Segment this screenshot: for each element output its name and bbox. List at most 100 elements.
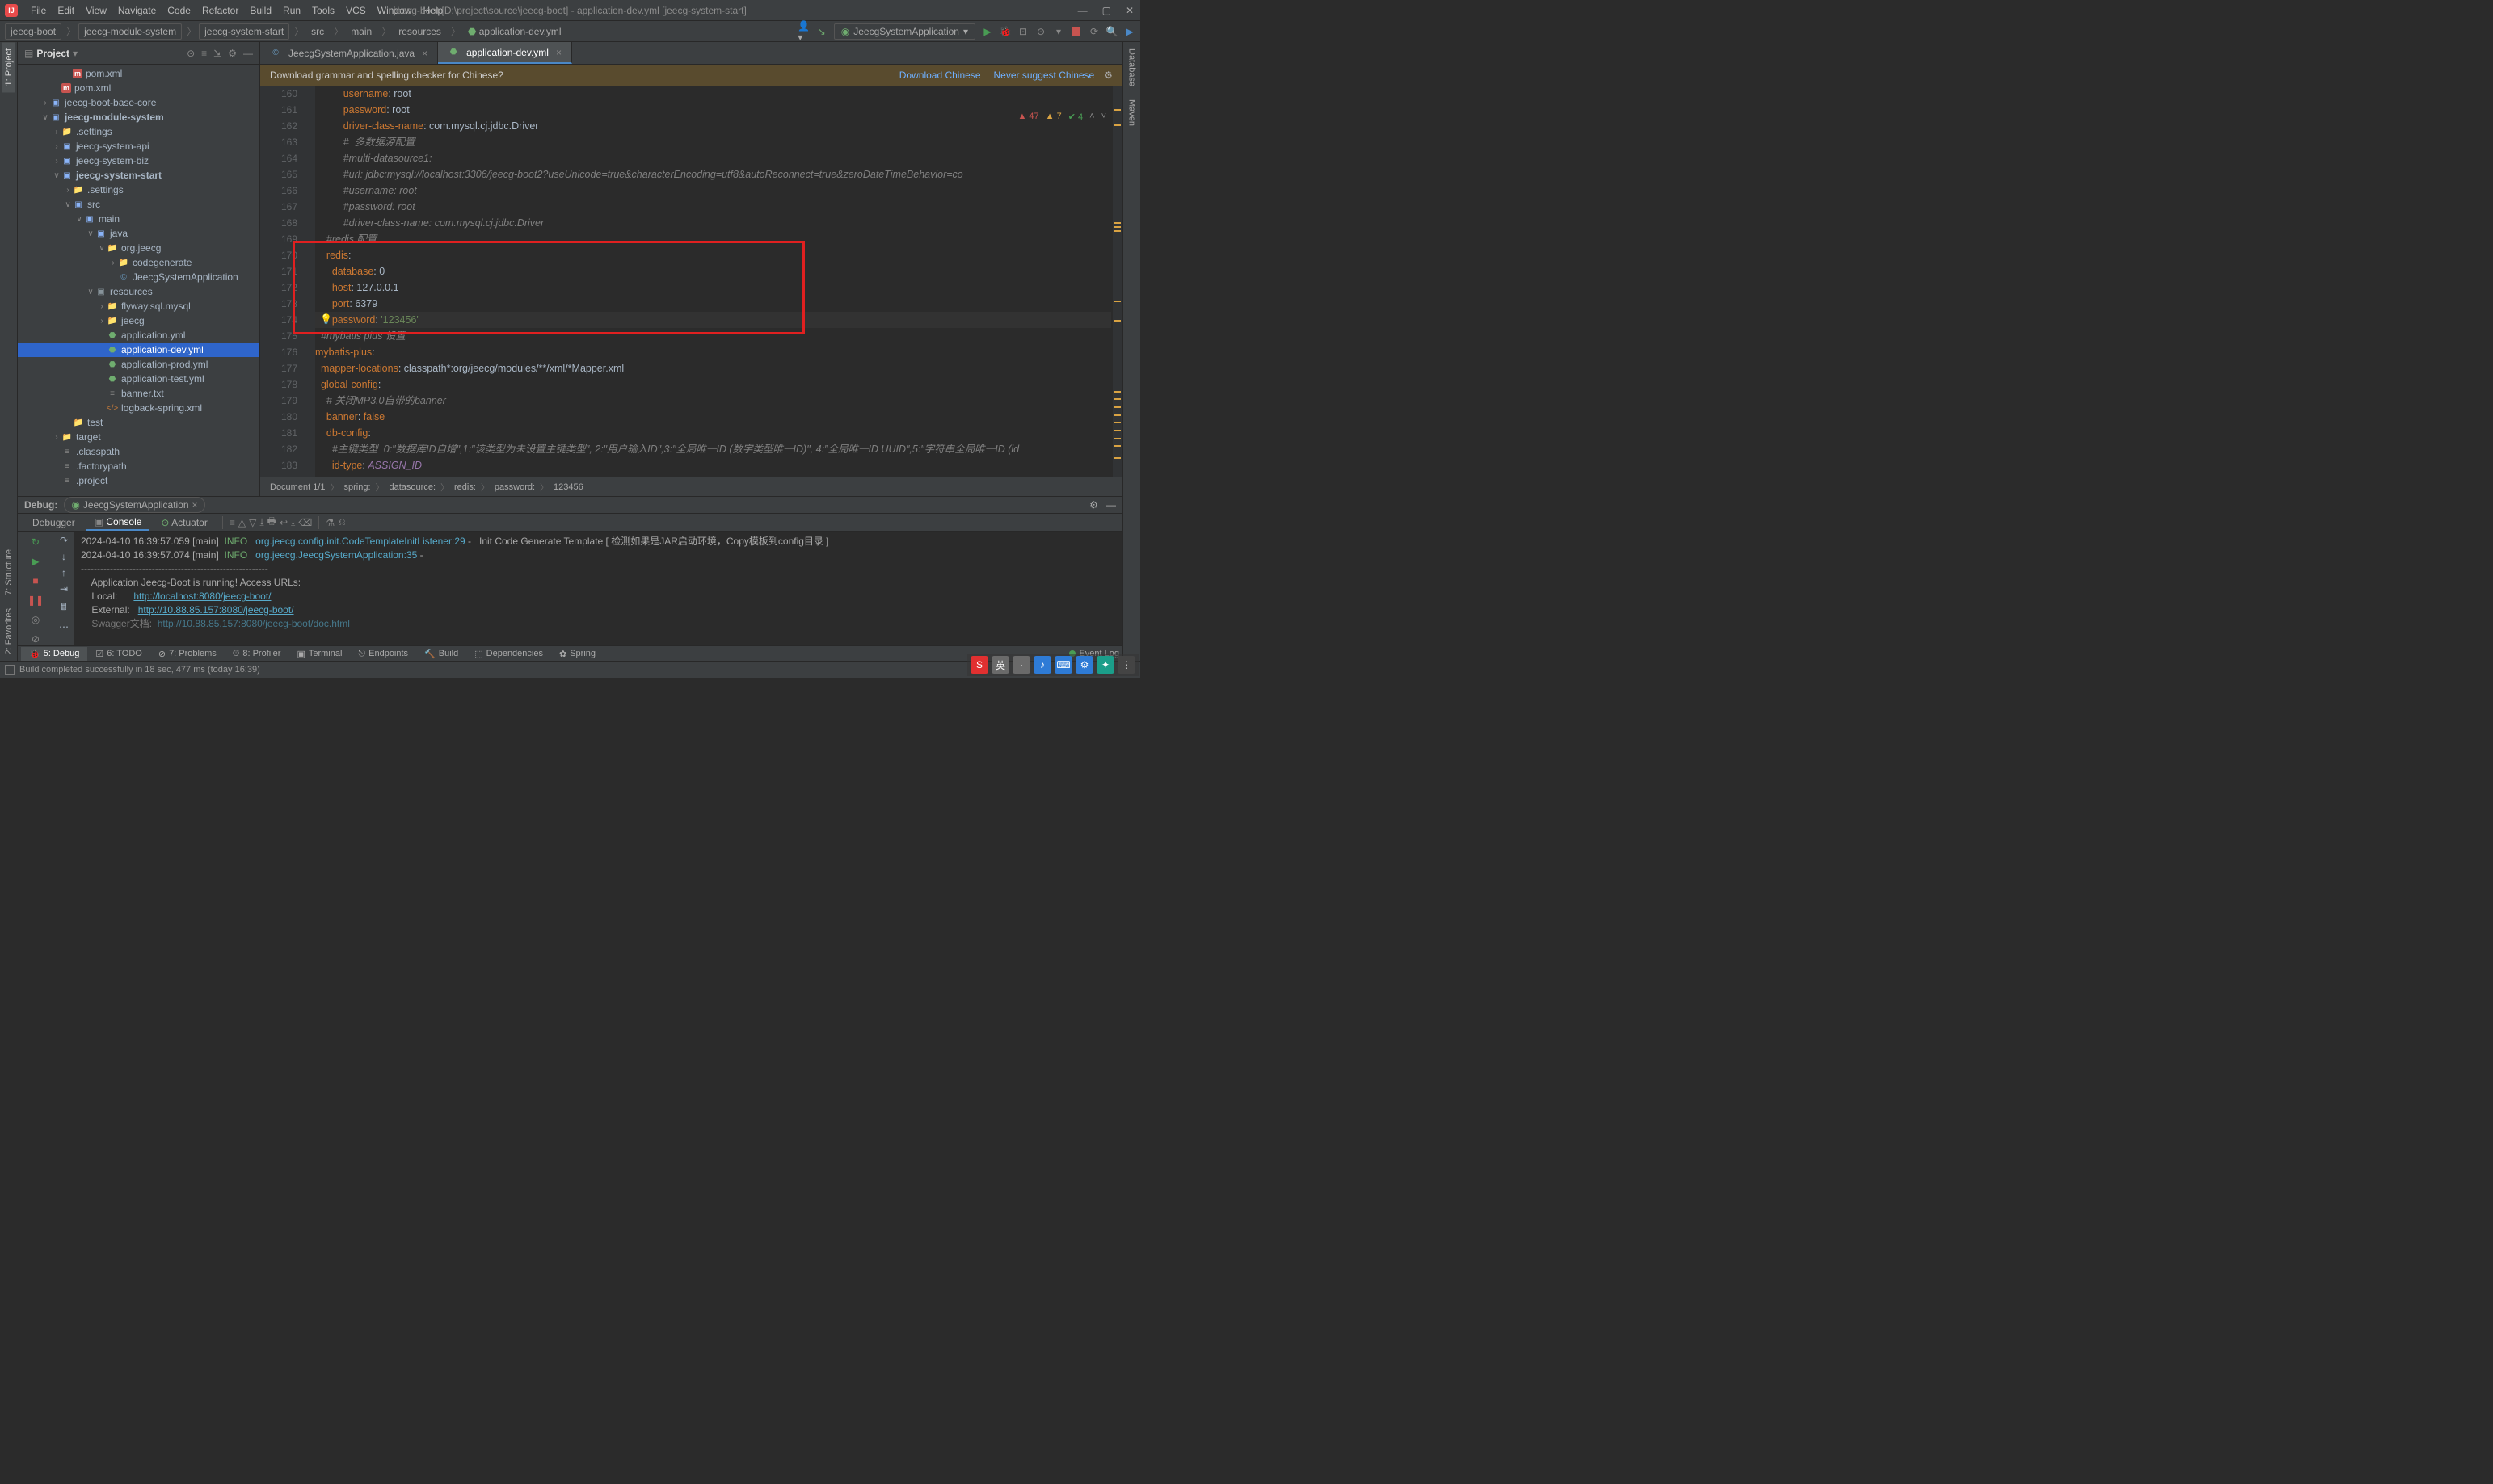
tree-node[interactable]: ›📁flyway.sql.mysql bbox=[18, 299, 259, 313]
tree-node[interactable]: ≡.classpath bbox=[18, 444, 259, 459]
tree-node[interactable]: ›▣jeecg-system-biz bbox=[18, 153, 259, 168]
bottom-tab-debug[interactable]: 🐞 5: Debug bbox=[21, 647, 87, 661]
menu-vcs[interactable]: VCS bbox=[341, 2, 371, 19]
breadcrumb-segment[interactable]: Document 1/1 bbox=[270, 482, 325, 492]
resume-icon[interactable]: ▶ bbox=[28, 554, 43, 569]
breadcrumb-item[interactable]: ⬣ application-dev.yml bbox=[463, 24, 566, 39]
tree-node[interactable]: ⬣application-dev.yml bbox=[18, 343, 259, 357]
banner-gear-icon[interactable]: ⚙ bbox=[1104, 69, 1113, 81]
soft-wrap-icon[interactable]: ⎌ bbox=[338, 516, 346, 528]
tree-node[interactable]: ∨▣src bbox=[18, 197, 259, 212]
tool-favorites[interactable]: 2: Favorites bbox=[2, 602, 15, 661]
tool-maven[interactable]: Maven bbox=[1126, 93, 1139, 132]
trace-icon[interactable]: ⋯ bbox=[59, 621, 69, 633]
breadcrumb-item[interactable]: jeecg-boot bbox=[5, 23, 61, 40]
maximize-icon[interactable]: ▢ bbox=[1102, 5, 1111, 16]
editor-breadcrumb[interactable]: Document 1/1〉spring:〉datasource:〉redis:〉… bbox=[260, 477, 1122, 496]
mute-breakpoints-icon[interactable]: ⊘ bbox=[28, 632, 43, 646]
run-to-cursor-icon[interactable]: ⇥ bbox=[60, 583, 68, 595]
tree-node[interactable]: </>logback-spring.xml bbox=[18, 401, 259, 415]
bottom-tab-terminal[interactable]: ▣ Terminal bbox=[288, 647, 350, 661]
up-icon[interactable]: △ bbox=[238, 517, 246, 528]
more-run-icon[interactable]: ▾ bbox=[1053, 26, 1064, 37]
bottom-tab-profiler[interactable]: ⏱ 8: Profiler bbox=[225, 647, 289, 661]
run-config-selector[interactable]: ◉ JeecgSystemApplication ▾ bbox=[834, 23, 975, 40]
user-icon[interactable]: 👤▾ bbox=[798, 26, 810, 37]
ime-key[interactable]: ⋮ bbox=[1118, 656, 1135, 674]
bottom-tab-dependencies[interactable]: ⬚ Dependencies bbox=[466, 647, 551, 661]
tree-node[interactable]: ∨▣jeecg-system-start bbox=[18, 168, 259, 183]
toolbar-icon[interactable]: ≡ bbox=[230, 517, 235, 528]
export-icon[interactable]: ⤓ bbox=[259, 516, 263, 528]
step-over-icon[interactable]: ↷ bbox=[60, 535, 68, 546]
close-icon[interactable]: ✕ bbox=[1126, 5, 1134, 16]
bottom-tab-spring[interactable]: ✿ Spring bbox=[551, 647, 604, 661]
settings-icon[interactable]: ⚙ bbox=[228, 48, 237, 59]
menu-tools[interactable]: Tools bbox=[307, 2, 339, 19]
tool-database[interactable]: Database bbox=[1126, 42, 1139, 93]
breadcrumb-item[interactable]: src bbox=[306, 24, 329, 39]
profile-button[interactable]: ⊙ bbox=[1035, 26, 1046, 37]
run-button[interactable]: ▶ bbox=[982, 26, 993, 37]
bottom-tab-build[interactable]: 🔨 Build bbox=[416, 647, 466, 661]
evaluate-icon[interactable]: 🖩 bbox=[61, 599, 66, 616]
breadcrumb-segment[interactable]: password: bbox=[495, 482, 535, 492]
tree-node[interactable]: ∨▣main bbox=[18, 212, 259, 226]
tool-project[interactable]: 1: Project bbox=[2, 42, 15, 92]
code-content[interactable]: username: root password: root driver-cla… bbox=[315, 86, 1111, 477]
breadcrumb-item[interactable]: jeecg-system-start bbox=[199, 23, 289, 40]
bottom-tab-endpoints[interactable]: ⎋ Endpoints bbox=[350, 647, 416, 661]
hide-panel-icon[interactable]: — bbox=[1106, 499, 1116, 511]
tree-node[interactable]: ∨📁org.jeecg bbox=[18, 241, 259, 255]
rerun-icon[interactable]: ↻ bbox=[28, 535, 43, 549]
scroll-icon[interactable]: ⤓ bbox=[291, 516, 295, 528]
ime-key[interactable]: 英 bbox=[992, 656, 1009, 674]
tree-node[interactable]: ≡banner.txt bbox=[18, 386, 259, 401]
tool-structure[interactable]: 7: Structure bbox=[2, 543, 15, 602]
breadcrumb-item[interactable]: resources bbox=[394, 24, 446, 39]
banner-download-link[interactable]: Download Chinese bbox=[899, 69, 981, 81]
actuator-tab[interactable]: ⊙ Actuator bbox=[153, 515, 215, 530]
collapse-all-icon[interactable]: ⇲ bbox=[213, 48, 221, 59]
project-view-dropdown-icon[interactable]: ▾ bbox=[73, 48, 78, 59]
view-breakpoints-icon[interactable]: ◎ bbox=[28, 612, 43, 627]
ime-key[interactable]: ⌨ bbox=[1055, 656, 1072, 674]
close-tab-icon[interactable]: × bbox=[422, 48, 427, 59]
banner-dismiss-link[interactable]: Never suggest Chinese bbox=[994, 69, 1095, 81]
expand-all-icon[interactable]: ≡ bbox=[201, 48, 207, 59]
breadcrumb-item[interactable]: main bbox=[346, 24, 377, 39]
menu-file[interactable]: File bbox=[26, 2, 51, 19]
wrap-icon[interactable]: ↩ bbox=[280, 517, 288, 528]
editor-tab[interactable]: ©JeecgSystemApplication.java× bbox=[260, 42, 438, 64]
tree-node[interactable]: 📁test bbox=[18, 415, 259, 430]
search-icon[interactable]: 🔍 bbox=[1106, 26, 1118, 37]
hide-panel-icon[interactable]: — bbox=[243, 48, 253, 59]
tree-node[interactable]: ›📁codegenerate bbox=[18, 255, 259, 270]
bottom-tab-todo[interactable]: ☑ 6: TODO bbox=[87, 647, 149, 661]
minimize-icon[interactable]: — bbox=[1078, 5, 1088, 16]
editor-body[interactable]: ▲ 47 ▲ 7 ✔ 4 ˄ ˅ 16016116216316416516616… bbox=[260, 86, 1122, 477]
pause-icon[interactable]: ❚❚ bbox=[28, 593, 43, 607]
breadcrumb-segment[interactable]: datasource: bbox=[390, 482, 436, 492]
tree-node[interactable]: ›▣jeecg-boot-base-core bbox=[18, 95, 259, 110]
menu-build[interactable]: Build bbox=[245, 2, 276, 19]
filter-icon[interactable]: ⚗ bbox=[326, 517, 335, 528]
line-number-gutter[interactable]: 1601611621631641651661671681691701711721… bbox=[260, 86, 304, 477]
tree-node[interactable]: ⬣application-prod.yml bbox=[18, 357, 259, 372]
tree-node[interactable]: ›📁target bbox=[18, 430, 259, 444]
step-out-icon[interactable]: ↑ bbox=[61, 567, 66, 578]
console-tab[interactable]: ▣ Console bbox=[86, 515, 150, 531]
project-panel-title[interactable]: Project bbox=[36, 48, 69, 59]
status-widget-icon[interactable] bbox=[5, 665, 15, 675]
menu-run[interactable]: Run bbox=[278, 2, 305, 19]
tree-node[interactable]: mpom.xml bbox=[18, 81, 259, 95]
breadcrumb-segment[interactable]: 123456 bbox=[554, 482, 583, 492]
tree-node[interactable]: ›📁.settings bbox=[18, 124, 259, 139]
ime-key[interactable]: · bbox=[1013, 656, 1030, 674]
project-tree[interactable]: mpom.xmlmpom.xml›▣jeecg-boot-base-core∨▣… bbox=[18, 65, 259, 496]
git-update-icon[interactable]: ⟳ bbox=[1089, 26, 1100, 37]
locate-icon[interactable]: ⊙ bbox=[187, 48, 195, 59]
ime-key[interactable]: ⚙ bbox=[1076, 656, 1093, 674]
ide-services-icon[interactable]: ▶ bbox=[1124, 26, 1135, 37]
coverage-button[interactable]: ⊡ bbox=[1017, 26, 1029, 37]
